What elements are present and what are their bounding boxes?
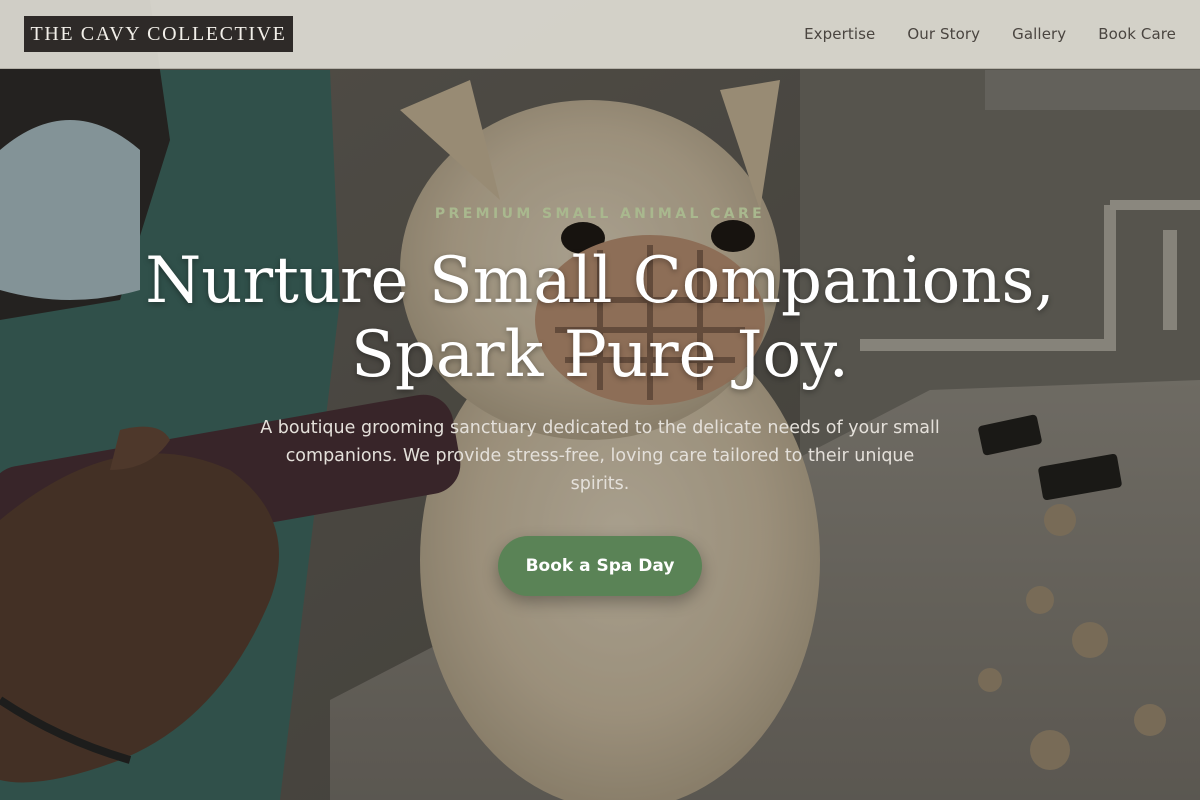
hero-eyebrow: PREMIUM SMALL ANIMAL CARE: [434, 206, 766, 222]
hero-description: A boutique grooming sanctuary dedicated …: [260, 418, 940, 494]
hero-headline-line-2: Spark Pure Joy.: [351, 318, 849, 392]
landing-page: THE CAVY COLLECTIVE Expertise Our Story …: [0, 0, 1200, 800]
hero-headline-line-1: Nurture Small Companions,: [145, 244, 1055, 318]
book-spa-day-button[interactable]: Book a Spa Day: [498, 536, 702, 596]
hero-headline: Nurture Small Companions, Spark Pure Joy…: [0, 244, 1200, 392]
hero-section: PREMIUM SMALL ANIMAL CARE Nurture Small …: [0, 0, 1200, 800]
